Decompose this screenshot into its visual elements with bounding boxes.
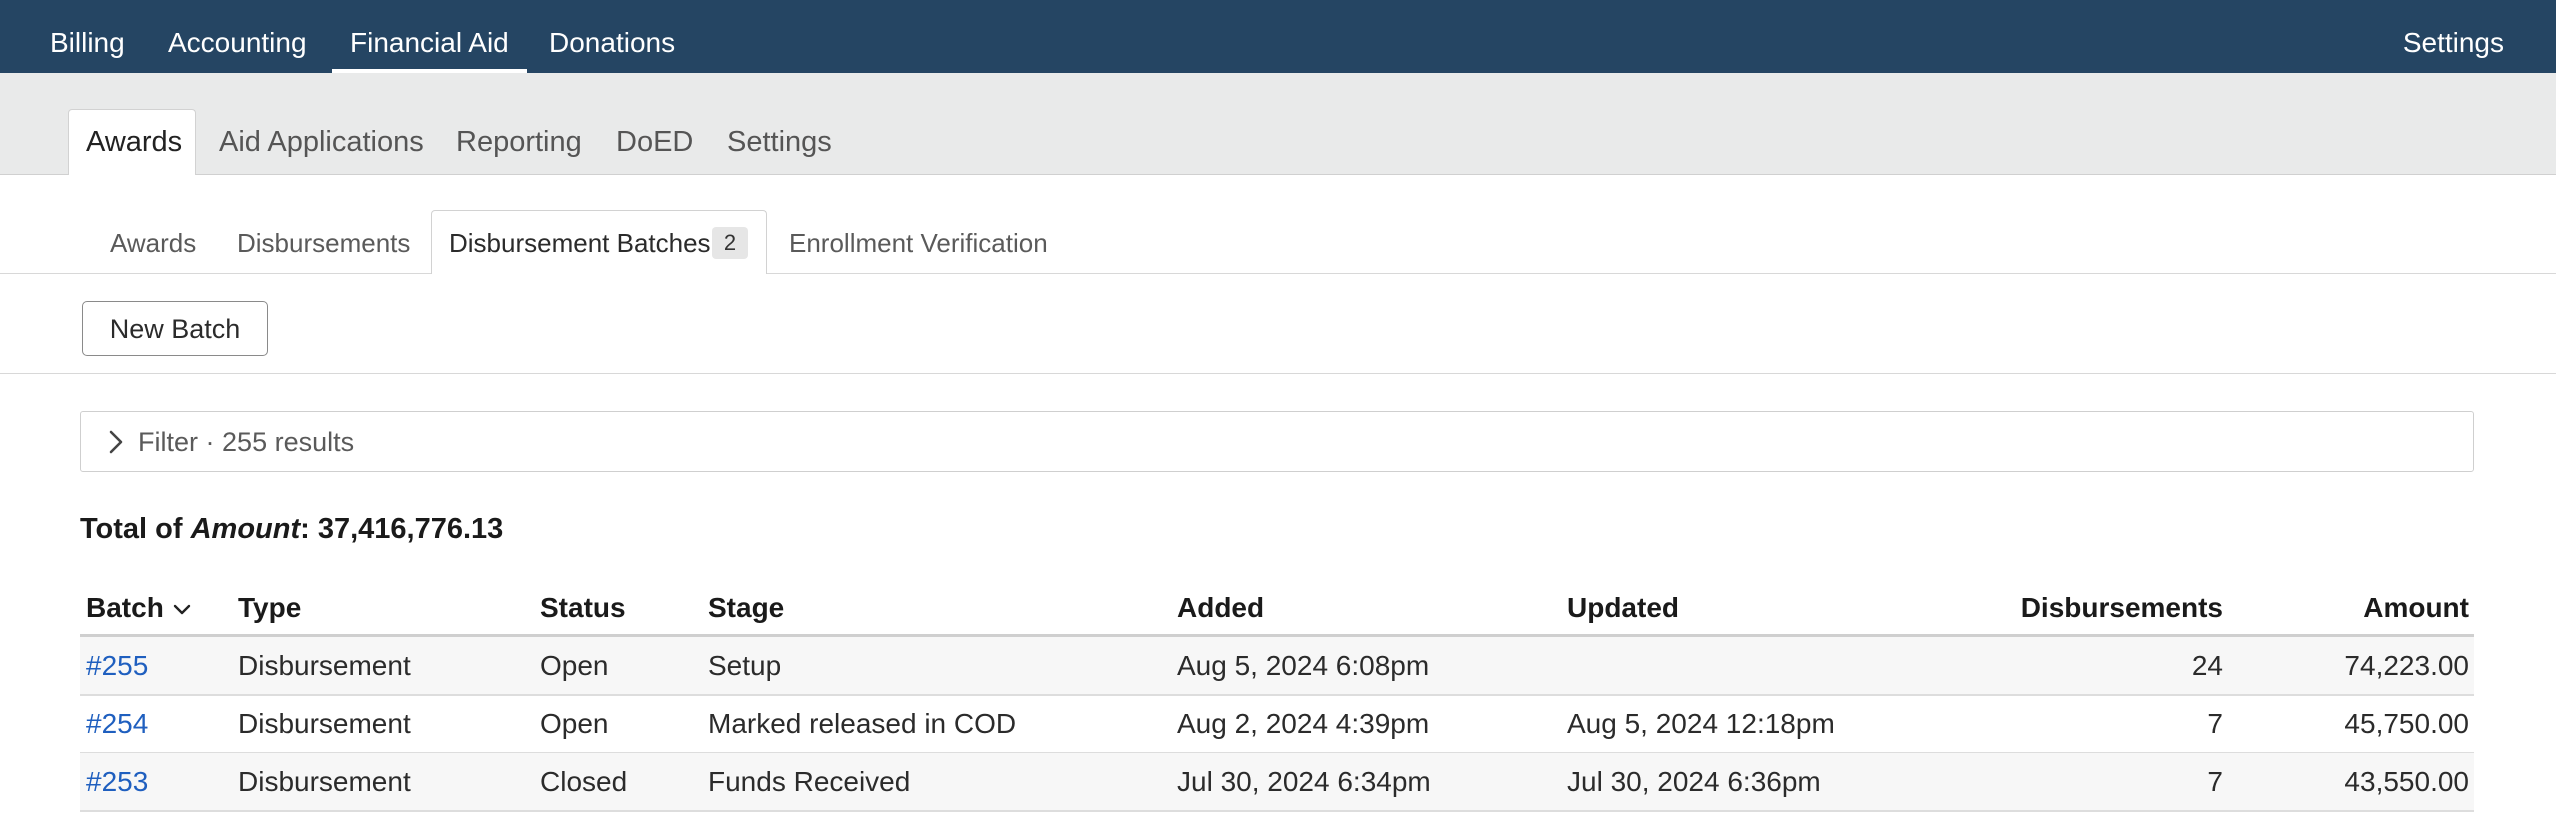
cell-stage: Setup (708, 650, 782, 681)
cell-stage: Marked released in COD (708, 708, 1017, 739)
cell-disbursements: 7 (2207, 708, 2223, 739)
top-nav-bar: Billing Accounting Financial Aid Donatio… (0, 0, 2556, 73)
table-row: #254 Disbursement Open Marked released i… (80, 695, 2474, 754)
tertiary-tab-bar: Awards Disbursements Disbursement Batche… (0, 174, 2556, 274)
table-header: Batch Type Status Stage Added Updated Di… (80, 580, 2474, 637)
cell-status: Open (540, 650, 609, 681)
total-amount-summary: Total of Amount: 37,416,776.13 (80, 511, 503, 547)
cell-amount: 45,750.00 (2344, 708, 2469, 739)
column-header-batch[interactable]: Batch (86, 591, 192, 625)
top-nav-donations[interactable]: Donations (549, 26, 675, 60)
secondary-nav-bar: Awards Aid Applications Reporting DoED S… (0, 73, 2556, 175)
cell-type: Disbursement (238, 650, 411, 681)
total-value: : 37,416,776.13 (300, 513, 504, 545)
cell-added: Aug 5, 2024 6:08pm (1177, 650, 1430, 681)
tab-enrollment-verification[interactable]: Enrollment Verification (789, 227, 1048, 259)
cell-type: Disbursement (238, 766, 411, 797)
cell-disbursements: 24 (2191, 650, 2223, 681)
cell-stage: Funds Received (708, 766, 911, 797)
sec-tab-reporting[interactable]: Reporting (456, 125, 582, 159)
column-header-updated[interactable]: Updated (1567, 591, 1679, 625)
tab-awards[interactable]: Awards (110, 227, 196, 259)
sec-tab-awards[interactable]: Awards (68, 109, 196, 175)
sec-tab-aid-applications[interactable]: Aid Applications (219, 125, 424, 159)
top-nav-billing[interactable]: Billing (50, 26, 125, 60)
filter-results-count: 255 results (222, 427, 355, 457)
chevron-down-icon (173, 604, 190, 614)
column-header-added[interactable]: Added (1177, 591, 1264, 625)
cell-added: Aug 2, 2024 4:39pm (1177, 708, 1430, 739)
filter-summary: Filter · 255 results (138, 425, 354, 459)
column-header-stage[interactable]: Stage (708, 591, 784, 625)
tab-disbursements[interactable]: Disbursements (237, 227, 410, 259)
column-batch-label: Batch (86, 592, 164, 623)
filter-separator: · (205, 427, 215, 457)
top-nav-financial-aid[interactable]: Financial Aid (332, 26, 527, 73)
column-header-type[interactable]: Type (238, 591, 301, 625)
sec-tab-awards-label: Awards (86, 126, 183, 158)
top-nav-settings[interactable]: Settings (2403, 26, 2504, 60)
cell-type: Disbursement (238, 708, 411, 739)
sec-tab-doed[interactable]: DoED (616, 125, 693, 159)
batch-link[interactable]: #253 (86, 765, 148, 799)
cell-disbursements: 7 (2207, 766, 2223, 797)
table-row: #253 Disbursement Closed Funds Received … (80, 753, 2474, 812)
cell-amount: 43,550.00 (2344, 766, 2469, 797)
total-prefix: Total of (80, 513, 191, 545)
batch-link[interactable]: #254 (86, 707, 148, 741)
column-header-disbursements[interactable]: Disbursements (2021, 591, 2223, 625)
cell-status: Open (540, 708, 609, 739)
table-row: #255 Disbursement Open Setup Aug 5, 2024… (80, 637, 2474, 696)
count-badge: 2 (712, 227, 748, 259)
batch-link[interactable]: #255 (86, 649, 148, 683)
cell-status: Closed (540, 766, 628, 797)
sec-tab-settings[interactable]: Settings (727, 125, 832, 159)
column-header-amount[interactable]: Amount (2363, 591, 2469, 625)
tab-disbursement-batches-label: Disbursement Batches (449, 228, 711, 258)
action-bar: New Batch (0, 274, 2556, 374)
filter-toggle[interactable]: Filter · 255 results (80, 411, 2474, 472)
cell-updated: Aug 5, 2024 12:18pm (1567, 708, 1835, 739)
total-field: Amount (190, 513, 301, 545)
column-header-status[interactable]: Status (540, 591, 626, 625)
cell-added: Jul 30, 2024 6:34pm (1177, 766, 1431, 797)
top-nav-accounting[interactable]: Accounting (168, 26, 307, 60)
cell-updated: Jul 30, 2024 6:36pm (1567, 766, 1821, 797)
chevron-right-icon (109, 430, 123, 454)
cell-amount: 74,223.00 (2344, 650, 2469, 681)
tab-disbursement-batches[interactable]: Disbursement Batches 2 (431, 210, 767, 274)
new-batch-button[interactable]: New Batch (82, 301, 268, 356)
filter-label: Filter (138, 427, 198, 457)
